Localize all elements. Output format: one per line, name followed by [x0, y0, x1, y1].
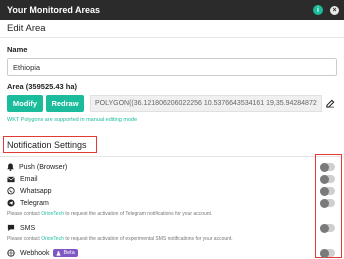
notification-row-telegram: Telegram [7, 198, 49, 208]
telegram-note-text: Please contact [7, 211, 42, 217]
notification-row-webhook: Webhook Beta [7, 248, 78, 258]
name-field[interactable] [7, 58, 337, 76]
pencil-icon[interactable] [322, 95, 338, 112]
telegram-toggle[interactable] [320, 198, 335, 208]
polygon-wkt-field[interactable]: POLYGON((36.121806206022256 10.537664353… [90, 95, 322, 112]
webhook-icon [7, 249, 15, 257]
beta-badge: Beta [53, 249, 78, 257]
push-label: Push (Browser) [19, 163, 68, 171]
sms-toggle[interactable] [320, 223, 335, 233]
telegram-note-text-end: to request the activation of Telegram no… [63, 211, 213, 217]
whatsapp-icon [7, 187, 15, 195]
sms-note-text-end: to request the activation of experimenta… [63, 236, 233, 242]
window-title: Your Monitored Areas [7, 5, 101, 15]
push-toggle[interactable] [320, 162, 335, 172]
notification-settings-title: Notification Settings [7, 139, 87, 150]
email-label: Email [20, 175, 38, 183]
whatsapp-toggle[interactable] [320, 186, 335, 196]
divider [0, 156, 344, 157]
close-icon[interactable]: × [330, 5, 339, 15]
redraw-button[interactable]: Redraw [46, 95, 84, 112]
notification-row-push: Push (Browser) [7, 162, 67, 172]
name-label: Name [7, 45, 28, 54]
sms-bubble-icon [7, 224, 15, 232]
whatsapp-label: Whatsapp [20, 187, 52, 195]
edit-area-heading: Edit Area [0, 20, 344, 38]
notification-row-whatsapp: Whatsapp [7, 186, 52, 196]
bell-icon [7, 163, 14, 171]
wkt-note: WKT Polygons are supported in manual edi… [7, 117, 138, 123]
window-titlebar: Your Monitored Areas i × [0, 0, 344, 20]
telegram-icon [7, 199, 15, 207]
notification-row-sms: SMS [7, 223, 35, 233]
telegram-note: Please contact OrionTech to request the … [7, 211, 212, 217]
webhook-toggle[interactable] [320, 248, 335, 258]
webhook-label: Webhook [20, 249, 50, 257]
flask-icon [56, 250, 62, 256]
envelope-icon [7, 176, 15, 182]
modify-button[interactable]: Modify [7, 95, 43, 112]
notification-settings-heading: Notification Settings [3, 136, 97, 153]
info-icon[interactable]: i [313, 5, 323, 15]
notification-row-email: Email [7, 174, 38, 184]
beta-label: Beta [63, 250, 75, 256]
oriontech-link[interactable]: OrionTech [41, 211, 64, 217]
oriontech-link-sms[interactable]: OrionTech [41, 236, 64, 242]
telegram-label: Telegram [20, 199, 49, 207]
email-toggle[interactable] [320, 174, 335, 184]
area-label: Area (359525.43 ha) [7, 82, 78, 91]
sms-note-text: Please contact [7, 236, 42, 242]
sms-label: SMS [20, 224, 36, 232]
sms-note: Please contact OrionTech to request the … [7, 236, 233, 242]
